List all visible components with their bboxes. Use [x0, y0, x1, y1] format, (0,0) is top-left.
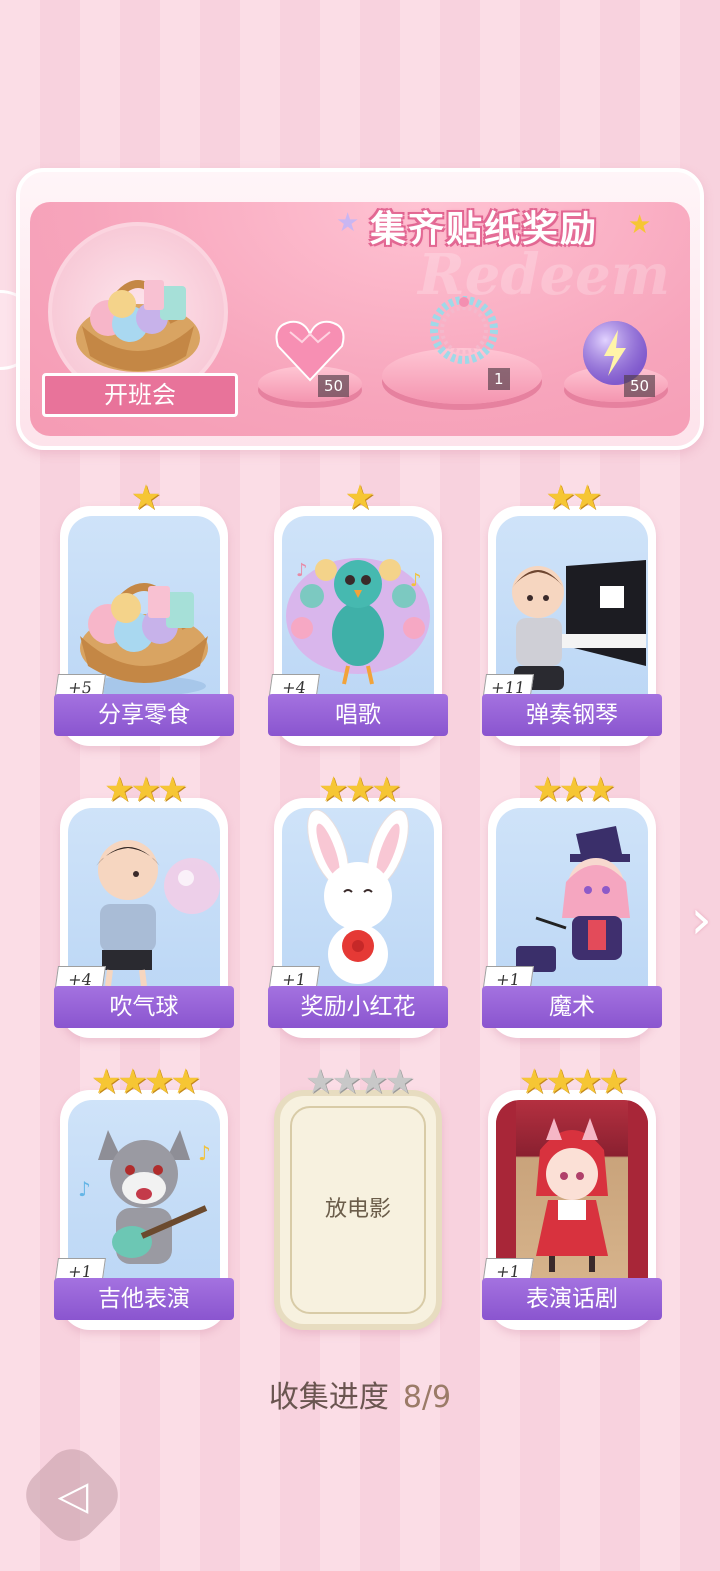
- star-icon: ★: [91, 1062, 122, 1102]
- sticker-card-blow-balloon[interactable]: ★★★ +4 吹气球: [54, 770, 234, 1038]
- sticker-name: 魔术: [482, 986, 662, 1028]
- sticker-name: 奖励小红花: [268, 986, 448, 1028]
- sticker-card-singing[interactable]: ★ ♪ ♪ +4 唱歌: [268, 478, 448, 746]
- star-icon: ★: [545, 478, 577, 518]
- star-icon: ★: [558, 770, 590, 810]
- bracelet-icon: [430, 296, 498, 364]
- collection-progress: 收集进度 8/9: [0, 1372, 720, 1416]
- star-empty-icon: ★: [358, 1062, 389, 1102]
- star-empty-icon: ★: [305, 1062, 336, 1102]
- star-rating: ★: [60, 478, 228, 518]
- next-page-chevron-icon[interactable]: ›: [690, 888, 712, 951]
- sticker-name: 表演话剧: [482, 1278, 662, 1320]
- progress-value: 8/9: [402, 1380, 452, 1415]
- sticker-card-guitar-performance[interactable]: ★★★★ ♪ ♪ +1 吉他表演: [54, 1062, 234, 1330]
- star-rating: ★★★★: [280, 1062, 436, 1102]
- star-icon: ★: [318, 770, 349, 810]
- star-rating: ★★: [488, 478, 656, 518]
- star-icon: ★: [117, 1062, 149, 1102]
- star-icon: ★: [585, 770, 616, 810]
- star-icon: ★: [144, 1062, 175, 1102]
- progress-label: 收集进度: [268, 1380, 389, 1415]
- sticker-name: 吹气球: [54, 986, 234, 1028]
- sticker-card-watch-movie-locked[interactable]: ★★★★ 放电影: [274, 1062, 442, 1330]
- star-icon: ★: [157, 770, 188, 810]
- sticker-name: 弹奏钢琴: [482, 694, 662, 736]
- star-icon: ★: [344, 770, 376, 810]
- star-icon: ★: [532, 770, 563, 810]
- star-empty-icon: ★: [384, 1062, 415, 1102]
- star-icon: ★: [170, 1062, 201, 1102]
- star-icon: ★: [130, 770, 162, 810]
- svg-text:♪: ♪: [198, 1141, 211, 1165]
- back-arrow-icon: ◁: [57, 1473, 89, 1519]
- reward-count: 50: [624, 375, 656, 397]
- star-rating: ★★★: [488, 770, 656, 810]
- star-icon: ★: [545, 1062, 577, 1102]
- sticker-card-red-flower-reward[interactable]: ★★★ +1 奖励小红花: [268, 770, 448, 1038]
- star-rating: ★: [274, 478, 442, 518]
- sticker-name: 分享零食: [54, 694, 234, 736]
- sticker-name: 吉他表演: [54, 1278, 234, 1320]
- reward-count: 1: [488, 368, 510, 390]
- sticker-card-magic[interactable]: ★★★ +1 魔术: [482, 770, 662, 1038]
- event-label: 开班会: [42, 373, 238, 417]
- star-icon: ★: [572, 478, 603, 518]
- star-rating: ★★★: [60, 770, 228, 810]
- star-rating: ★★★★: [60, 1062, 228, 1102]
- star-decoration-icon: ★: [628, 210, 652, 240]
- sticker-card-share-snacks[interactable]: ★ +5 分享零食: [54, 478, 234, 746]
- star-rating: ★★★: [274, 770, 442, 810]
- reward-count: 50: [318, 375, 350, 397]
- star-icon: ★: [572, 1062, 603, 1102]
- sticker-name: 放电影: [324, 1197, 391, 1222]
- sticker-name: 唱歌: [268, 694, 448, 736]
- star-icon: ★: [371, 770, 402, 810]
- star-rating: ★★★★: [488, 1062, 656, 1102]
- star-icon: ★: [104, 770, 135, 810]
- star-icon: ★: [344, 478, 376, 518]
- star-icon: ★: [598, 1062, 629, 1102]
- sticker-card-drama-performance[interactable]: ★★★★ +1 表演话剧: [482, 1062, 662, 1330]
- banner-title: 集齐贴纸奖励: [370, 209, 599, 250]
- star-icon: ★: [519, 1062, 550, 1102]
- svg-text:♪: ♪: [410, 570, 422, 591]
- star-icon: ★: [130, 478, 162, 518]
- star-decoration-icon: ★: [336, 208, 360, 238]
- star-empty-icon: ★: [331, 1062, 363, 1102]
- svg-text:♪: ♪: [296, 560, 308, 581]
- sticker-card-play-piano[interactable]: ★★ +11 弹奏钢琴: [482, 478, 662, 746]
- svg-text:♪: ♪: [78, 1177, 91, 1201]
